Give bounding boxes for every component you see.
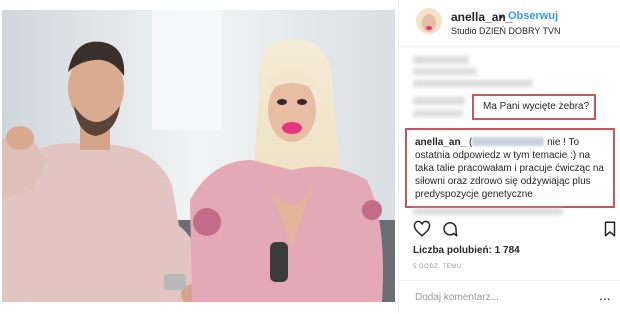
post-timestamp: 5 GODZ. TEMU [413,264,462,270]
comment-form: Dodaj komentarz... ... [399,280,620,314]
highlighted-answer: anella_an_ ( nie ! To ostatnia odpowiedz… [405,128,615,208]
post-header: anella_an_ • Obserwuj Studio DZIEŃ DOBRY… [399,0,620,47]
blurred-comment [413,208,563,215]
likes-label: Liczba polubień: [413,245,492,256]
answer-comment: anella_an_ ( nie ! To ostatnia odpowiedz… [415,136,611,201]
avatar-image[interactable] [416,8,442,34]
action-bar [399,220,620,242]
post-photo-illustration [2,10,395,302]
highlighted-question: Ma Pani wycięte żebra? [472,94,596,120]
more-options-icon[interactable]: ... [599,287,611,303]
comment-input[interactable]: Dodaj komentarz... [415,292,499,303]
post-photo[interactable] [2,10,395,302]
header-separator: • [499,10,504,24]
heart-icon[interactable] [413,220,431,238]
blurred-comment [413,110,463,117]
follow-button[interactable]: Obserwuj [508,10,558,22]
likes-count[interactable]: Liczba polubień: 1 784 [413,245,520,256]
instagram-post: anella_an_ • Obserwuj Studio DZIEŃ DOBRY… [0,0,620,313]
blurred-comment [413,97,465,105]
post-sidebar: anella_an_ • Obserwuj Studio DZIEŃ DOBRY… [398,0,620,313]
redacted-mention [472,137,545,146]
blurred-comment [413,56,469,64]
avatar-illustration [416,8,442,34]
comment-icon[interactable] [441,220,459,238]
location-link[interactable]: Studio DZIEŃ DOBRY TVN [451,26,561,36]
likes-number: 1 784 [494,245,520,256]
question-text: Ma Pani wycięte żebra? [483,101,590,112]
answer-username[interactable]: anella_an_ [415,137,466,148]
blurred-comment [413,68,477,75]
bookmark-icon[interactable] [601,220,619,238]
blurred-comment [413,80,533,87]
